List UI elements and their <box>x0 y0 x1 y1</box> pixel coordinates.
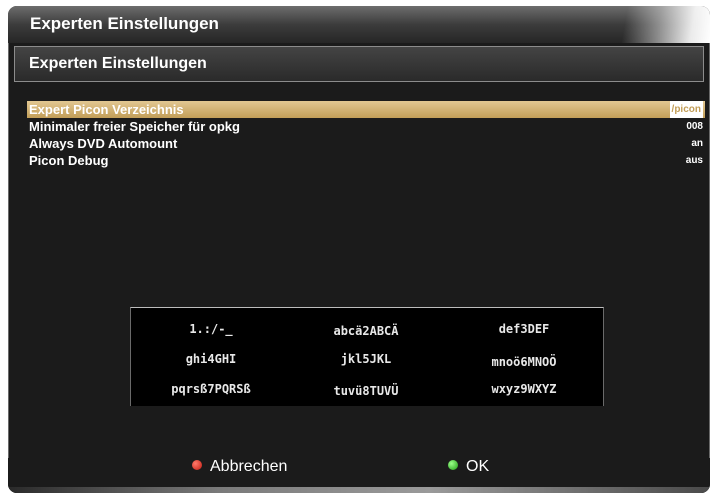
setting-row-dvd-automount[interactable]: Always DVD Automount an <box>27 135 705 152</box>
setting-label: Always DVD Automount <box>29 136 178 151</box>
title-bar: Experten Einstellungen <box>8 6 710 43</box>
setting-row-min-free-storage[interactable]: Minimaler freier Speicher für opkg 008 <box>27 118 705 135</box>
setting-value: an <box>691 138 703 149</box>
cancel-button-label: Abbrechen <box>210 458 288 475</box>
window-title: Experten Einstellungen <box>30 14 219 33</box>
keypad-key-1[interactable]: 1.:/-_ <box>136 322 286 336</box>
settings-list: Expert Picon Verzeichnis /picon Minimale… <box>27 101 705 169</box>
keypad-key-5[interactable]: jkl5JKL <box>291 352 441 366</box>
dialog-window: Experten Einstellungen Experten Einstell… <box>8 6 710 493</box>
footer-decoration <box>8 487 710 493</box>
setting-label: Picon Debug <box>29 153 109 168</box>
keypad-key-4[interactable]: ghi4GHI <box>136 352 286 366</box>
keypad-key-3[interactable]: def3DEF <box>449 322 599 336</box>
title-bar-decoration <box>580 6 710 43</box>
red-button-icon <box>192 460 202 471</box>
setting-value-input[interactable]: /picon <box>669 101 703 118</box>
keypad-key-8[interactable]: tuvü8TUVÜ <box>291 384 441 398</box>
keypad-key-6[interactable]: mnoö6MNOÖ <box>449 355 599 369</box>
virtual-keypad: 1.:/-_ abcä2ABCÄ def3DEF ghi4GHI jkl5JKL… <box>130 307 604 406</box>
setting-value: aus <box>685 155 703 166</box>
section-header: Experten Einstellungen <box>14 46 704 82</box>
setting-value: 008 <box>686 121 703 132</box>
ok-button-label: OK <box>466 458 490 475</box>
setting-row-picon-debug[interactable]: Picon Debug aus <box>27 152 705 169</box>
section-title: Experten Einstellungen <box>29 55 207 72</box>
keypad-key-7[interactable]: pqrsß7PQRSß <box>136 382 286 396</box>
setting-row-picon-directory[interactable]: Expert Picon Verzeichnis /picon <box>27 101 705 118</box>
ok-button[interactable]: OK <box>448 458 489 476</box>
setting-label: Expert Picon Verzeichnis <box>29 102 184 117</box>
keypad-key-2[interactable]: abcä2ABCÄ <box>291 324 441 338</box>
setting-label: Minimaler freier Speicher für opkg <box>29 119 240 134</box>
cancel-button[interactable]: Abbrechen <box>192 458 287 476</box>
green-button-icon <box>448 460 458 471</box>
keypad-key-9[interactable]: wxyz9WXYZ <box>449 382 599 396</box>
